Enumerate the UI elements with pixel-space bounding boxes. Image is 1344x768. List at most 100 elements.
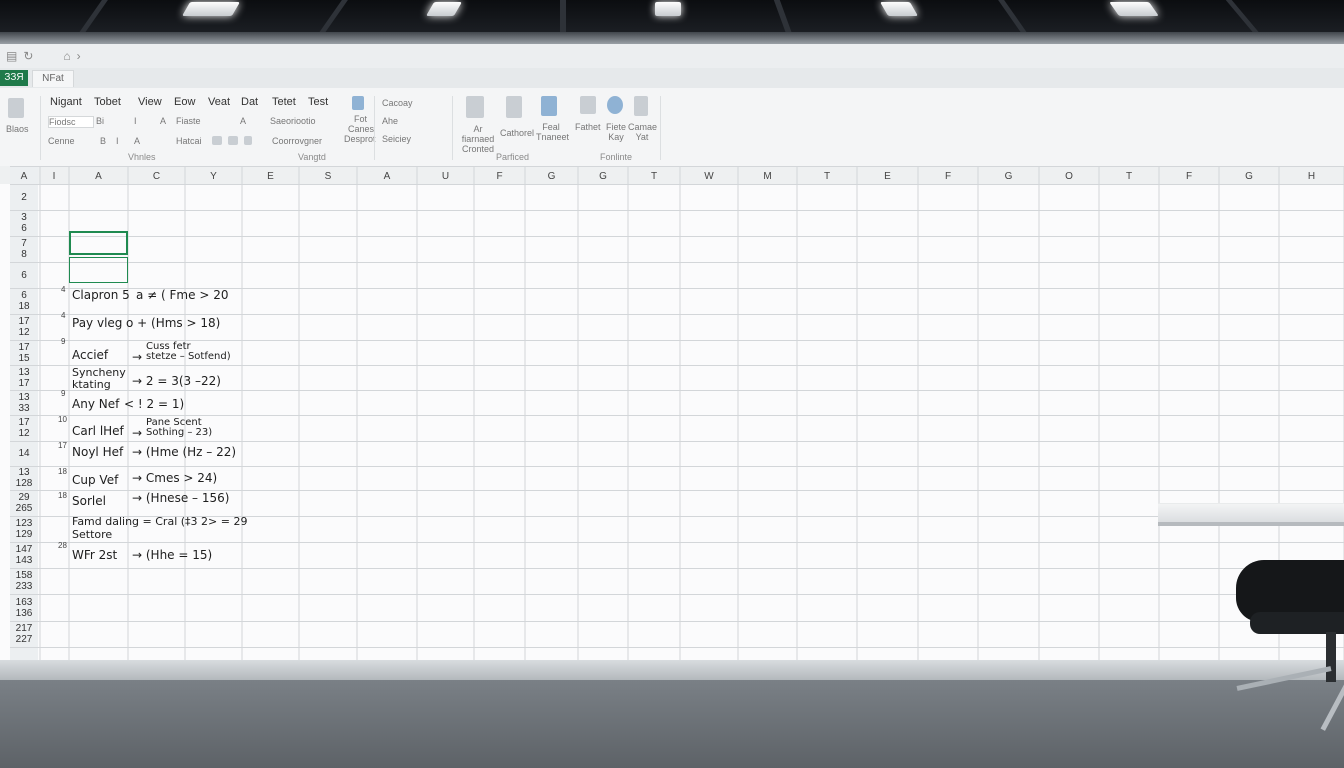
cell-label[interactable]: Clapron 5 [72, 288, 130, 302]
row-header[interactable]: 13 17 [10, 367, 38, 389]
align-left-icon[interactable] [212, 136, 222, 145]
font-color-button[interactable]: A [160, 116, 166, 126]
column-header[interactable]: A [357, 171, 417, 182]
column-header[interactable]: A [69, 171, 128, 182]
pivot-table-icon[interactable] [466, 96, 484, 118]
cell-formula[interactable]: < ! 2 = 1) [124, 397, 184, 411]
row-header[interactable]: 7 8 [10, 238, 38, 260]
row-header[interactable]: 17 15 [10, 342, 38, 364]
align-label[interactable]: Cenne [48, 136, 75, 146]
select-all-corner[interactable]: A [10, 171, 38, 182]
column-header[interactable]: H [1279, 171, 1344, 182]
styles-option[interactable]: Seiciey [382, 134, 411, 144]
conditional-format-icon[interactable] [352, 96, 364, 110]
align-right-icon[interactable] [244, 136, 252, 145]
cell-label[interactable]: Any Nef [72, 397, 119, 411]
ribbon-tab[interactable]: Tetet [272, 96, 296, 108]
cell-label[interactable]: Famd daling = Cral (‡3 2> = 29 Settore [72, 515, 247, 541]
cell-label[interactable]: Pay vleg [72, 316, 122, 330]
row-header[interactable]: 3 6 [10, 212, 38, 234]
column-header[interactable]: F [918, 171, 978, 182]
styles-option[interactable]: Ahe [382, 116, 398, 126]
ribbon-tab[interactable]: Eow [174, 96, 195, 108]
underline-button[interactable]: A [134, 136, 140, 146]
ribbon-tab[interactable]: Test [308, 96, 328, 108]
cell-formula[interactable]: → (Hhe = 15) [132, 548, 212, 562]
column-header[interactable]: W [680, 171, 738, 182]
styles-option[interactable]: Cacoay [382, 98, 413, 108]
cell-formula[interactable]: → 2 = 3(3 –22) [132, 374, 221, 388]
italic-button[interactable]: I [134, 116, 137, 126]
cell-formula[interactable]: → (Hme (Hz – 22) [132, 445, 236, 459]
row-header[interactable]: 123 129 [10, 518, 38, 540]
row-header[interactable]: 6 [10, 270, 38, 281]
text-color-button[interactable]: A [240, 116, 246, 126]
chevron-right-icon[interactable]: › [77, 49, 81, 63]
ribbon-tab[interactable]: Dat [241, 96, 258, 108]
picture-icon[interactable] [541, 96, 557, 116]
cell-formula[interactable]: Cuss fetr stetze – Sotfend) [146, 342, 231, 362]
column-header[interactable]: C [128, 171, 185, 182]
globe-icon[interactable] [607, 96, 623, 114]
column-header[interactable]: S [299, 171, 357, 182]
ribbon-tab[interactable]: View [138, 96, 162, 108]
ribbon-tab[interactable]: Tobet [94, 96, 121, 108]
row-header[interactable]: 6 18 [10, 290, 38, 312]
home-icon[interactable]: ⌂ [63, 49, 70, 63]
cell-label[interactable]: Cup Vef [72, 473, 118, 487]
wrap-label[interactable]: Hatcai [176, 136, 202, 146]
column-header[interactable]: T [628, 171, 680, 182]
column-header[interactable]: G [578, 171, 628, 182]
font-size-box[interactable]: Bi [96, 116, 104, 126]
cells-option[interactable]: Saeoriootio [270, 116, 316, 126]
cell-formula[interactable]: → (Hnese – 156) [132, 491, 229, 505]
clipboard-icon[interactable] [8, 98, 24, 118]
column-header[interactable]: F [474, 171, 525, 182]
column-header[interactable]: G [978, 171, 1039, 182]
column-header[interactable]: F [1159, 171, 1219, 182]
column-header[interactable]: M [738, 171, 797, 182]
cell-formula[interactable]: a ≠ ( Fme > 20 [136, 288, 228, 302]
selected-cell[interactable] [69, 231, 128, 255]
cell-label[interactable]: Carl lHef [72, 424, 124, 438]
row-header[interactable]: 13 33 [10, 392, 38, 414]
column-header[interactable]: G [525, 171, 578, 182]
row-header[interactable]: 13 128 [10, 467, 38, 489]
column-header[interactable]: T [1099, 171, 1159, 182]
cell-label[interactable]: WFr 2st [72, 548, 117, 562]
ribbon-tab[interactable]: Veat [208, 96, 230, 108]
column-header[interactable]: I [40, 171, 68, 182]
italic-button-2[interactable]: I [116, 136, 119, 146]
row-header[interactable]: 14 [10, 448, 38, 459]
camera-icon[interactable] [634, 96, 648, 116]
row-header[interactable]: 2 [10, 192, 38, 203]
column-header[interactable]: U [417, 171, 474, 182]
cell-formula[interactable]: Pane Scent Sothing – 23) [146, 418, 212, 438]
fill-label[interactable]: Fiaste [176, 116, 201, 126]
column-header[interactable]: O [1039, 171, 1099, 182]
cell-label[interactable]: Syncheny ktating [72, 367, 126, 391]
row-header[interactable]: 17 12 [10, 417, 38, 439]
font-name-box[interactable]: Fiodsc [48, 116, 94, 128]
bold-button[interactable]: B [100, 136, 106, 146]
column-header[interactable]: Y [185, 171, 242, 182]
cells-option[interactable]: Coorrovgner [272, 136, 322, 146]
selected-cell-range[interactable] [69, 257, 128, 283]
cell-formula[interactable]: → Cmes > 24) [132, 471, 217, 485]
column-header[interactable]: T [797, 171, 857, 182]
row-header[interactable]: 17 12 [10, 316, 38, 338]
row-header[interactable]: 29 265 [10, 492, 38, 514]
document-icon[interactable] [506, 96, 522, 118]
worksheet-grid[interactable]: A I ACYESAUFGGTWMTEFGOTFGH 23 67 866 18 1… [0, 166, 1344, 660]
tab-file[interactable]: NFat [32, 70, 74, 87]
column-header[interactable]: E [857, 171, 918, 182]
row-header[interactable]: 147 143 [10, 544, 38, 566]
ribbon-tab[interactable]: Nigant [50, 96, 82, 108]
cell-label[interactable]: Accief [72, 348, 108, 362]
row-header[interactable]: 163 136 [10, 597, 38, 619]
align-center-icon[interactable] [228, 136, 238, 145]
refresh-icon[interactable]: ↻ [23, 49, 33, 63]
cell-label[interactable]: Noyl Hef [72, 445, 123, 459]
column-header[interactable]: E [242, 171, 299, 182]
menu-icon[interactable]: ▤ [6, 49, 17, 63]
